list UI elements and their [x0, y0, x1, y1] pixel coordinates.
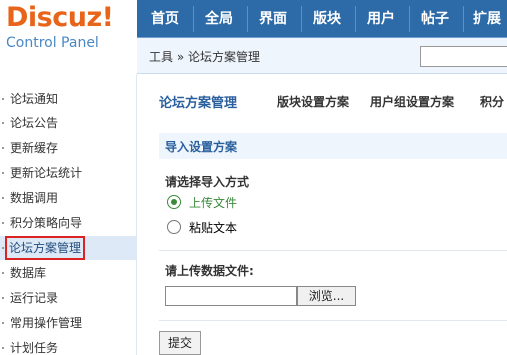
- sidebar-item-common-ops[interactable]: 常用操作管理: [0, 311, 137, 335]
- divider: [159, 320, 507, 321]
- sidebar-item-update-cache[interactable]: 更新缓存: [0, 136, 137, 160]
- topnav-item-home[interactable]: 首页: [141, 0, 189, 38]
- sidebar-item-label: 论坛公告: [10, 116, 59, 130]
- control-panel: Discuz! Control Panel 首页 全局 界面 版块 用户 帖子 …: [0, 0, 507, 355]
- bullet-icon: [2, 172, 4, 174]
- topnav-item-global[interactable]: 全局: [195, 0, 243, 38]
- sidebar-item-label: 更新论坛统计: [10, 166, 83, 180]
- section-header: 导入设置方案: [159, 133, 507, 159]
- sidebar-item-label: 运行记录: [10, 291, 59, 305]
- topnav-separator: [355, 6, 356, 32]
- bullet-icon: [2, 297, 4, 299]
- breadcrumb: 工具 » 论坛方案管理: [149, 50, 260, 64]
- tab-bar: 论坛方案管理 版块设置方案 用户组设置方案 积分: [137, 75, 507, 125]
- search-input[interactable]: [420, 46, 507, 67]
- sidebar-item-run-log[interactable]: 运行记录: [0, 286, 137, 310]
- sidebar-item-announcement[interactable]: 论坛公告: [0, 111, 137, 135]
- sidebar-item-label: 论坛方案管理: [4, 236, 86, 260]
- sidebar-item-label: 数据库: [10, 266, 47, 280]
- topnav-item-forums[interactable]: 版块: [303, 0, 351, 38]
- radio-label: 上传文件: [189, 196, 238, 210]
- bullet-icon: [2, 347, 4, 349]
- section-title: 导入设置方案: [165, 140, 238, 154]
- sidebar-item-label: 更新缓存: [10, 141, 59, 155]
- logo-subtitle: Control Panel: [6, 35, 99, 51]
- import-method-label: 请选择导入方式: [165, 175, 250, 189]
- logo[interactable]: Discuz! Control Panel: [0, 0, 137, 68]
- bullet-icon: [2, 272, 4, 274]
- sidebar: 论坛通知 论坛公告 更新缓存 更新论坛统计 数据调用 积分策略向导 论坛方案管理…: [0, 74, 137, 355]
- bullet-icon: [2, 222, 4, 224]
- tab-usergroup-schemes[interactable]: 用户组设置方案: [370, 93, 454, 110]
- file-path-input[interactable]: [165, 286, 297, 306]
- bullet-icon: [2, 247, 4, 249]
- bullet-icon: [2, 197, 4, 199]
- topnav-item-posts[interactable]: 帖子: [411, 0, 459, 38]
- sidebar-item-label: 计划任务: [10, 341, 59, 355]
- main-content: 论坛方案管理 版块设置方案 用户组设置方案 积分 导入设置方案 请选择导入方式 …: [137, 75, 507, 355]
- topnav-separator: [463, 6, 464, 32]
- topnav-separator: [409, 6, 410, 32]
- sidebar-item-label: 常用操作管理: [10, 316, 83, 330]
- tab-forum-schemes[interactable]: 版块设置方案: [277, 93, 349, 110]
- topnav-separator: [301, 6, 302, 32]
- sidebar-item-data-call[interactable]: 数据调用: [0, 186, 137, 210]
- radio-unchecked-icon[interactable]: [167, 220, 181, 234]
- sidebar-item-database[interactable]: 数据库: [0, 261, 137, 285]
- submit-button[interactable]: 提交: [159, 331, 201, 355]
- sidebar-item-notice[interactable]: 论坛通知: [0, 87, 137, 111]
- bullet-icon: [2, 322, 4, 324]
- sidebar-item-label: 数据调用: [10, 191, 59, 205]
- sidebar-item-scheme-management[interactable]: 论坛方案管理: [0, 236, 137, 260]
- tab-scheme-management[interactable]: 论坛方案管理: [159, 92, 237, 111]
- sidebar-item-credit-wizard[interactable]: 积分策略向导: [0, 211, 137, 235]
- browse-button[interactable]: 浏览...: [297, 286, 356, 306]
- topnav-item-style[interactable]: 界面: [249, 0, 297, 38]
- breadcrumb-bar: 工具 » 论坛方案管理: [137, 38, 507, 74]
- bullet-icon: [2, 98, 4, 100]
- sidebar-item-scheduled-tasks[interactable]: 计划任务: [0, 336, 137, 355]
- topnav-item-users[interactable]: 用户: [357, 0, 405, 38]
- sidebar-item-label: 论坛通知: [10, 92, 59, 106]
- bullet-icon: [2, 122, 4, 124]
- topnav-separator: [247, 6, 248, 32]
- sidebar-item-label: 积分策略向导: [10, 216, 83, 230]
- topnav-item-extend[interactable]: 扩展: [465, 0, 507, 38]
- divider: [159, 250, 507, 251]
- radio-label: 粘贴文本: [189, 221, 238, 235]
- logo-title: Discuz!: [6, 2, 114, 33]
- bullet-icon: [2, 147, 4, 149]
- radio-checked-icon[interactable]: [167, 195, 181, 209]
- topnav-separator: [193, 6, 194, 32]
- tab-credit-schemes[interactable]: 积分: [480, 93, 504, 110]
- top-nav: 首页 全局 界面 版块 用户 帖子 扩展: [137, 0, 507, 38]
- sidebar-item-update-stats[interactable]: 更新论坛统计: [0, 161, 137, 185]
- upload-label: 请上传数据文件:: [165, 264, 254, 278]
